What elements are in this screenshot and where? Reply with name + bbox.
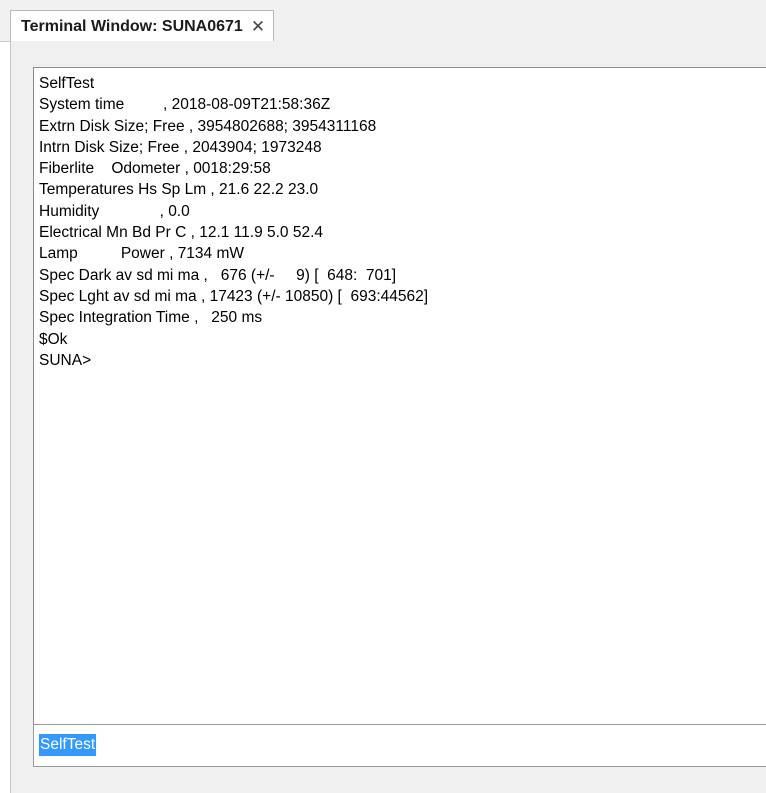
terminal-line: Lamp Power , 7134 mW	[39, 245, 245, 263]
terminal-line: SelfTest	[39, 75, 95, 92]
terminal-line: Fiberlite Odometer , 0018:29:58	[39, 160, 271, 178]
terminal-line: Temperatures Hs Sp Lm , 21.6 22.2 23.0	[39, 181, 319, 199]
command-input[interactable]: SelfTest	[39, 734, 97, 756]
terminal-line: Electrical Mn Bd Pr C , 12.1 11.9 5.0 52…	[39, 224, 324, 242]
terminal-output[interactable]: SelfTest System time , 2018-08-09T21:58:3…	[33, 67, 766, 751]
terminal-line: Humidity , 0.0	[39, 202, 190, 220]
command-input-container: SelfTest	[33, 724, 766, 767]
terminal-line: Spec Dark av sd mi ma , 676 (+/- 9) [ 64…	[39, 266, 397, 284]
tab-terminal-window[interactable]: Terminal Window: SUNA0671 ✕	[10, 10, 275, 42]
tab-title: Terminal Window: SUNA0671	[21, 17, 243, 35]
terminal-line: $Ok	[39, 330, 68, 348]
terminal-panel: SelfTest System time , 2018-08-09T21:58:3…	[10, 41, 766, 793]
terminal-line: Extrn Disk Size; Free , 3954802688; 3954…	[39, 117, 377, 135]
terminal-line: Spec Integration Time , 250 ms	[39, 309, 263, 327]
terminal-line: SUNA>	[39, 351, 92, 369]
terminal-line: Intrn Disk Size; Free , 2043904; 1973248	[39, 138, 322, 156]
terminal-line: System time , 2018-08-09T21:58:36Z	[39, 96, 331, 114]
tab-bar: Terminal Window: SUNA0671 ✕	[0, 0, 766, 42]
terminal-line: Spec Lght av sd mi ma , 17423 (+/- 10850…	[39, 287, 429, 305]
close-icon[interactable]: ✕	[251, 17, 265, 37]
